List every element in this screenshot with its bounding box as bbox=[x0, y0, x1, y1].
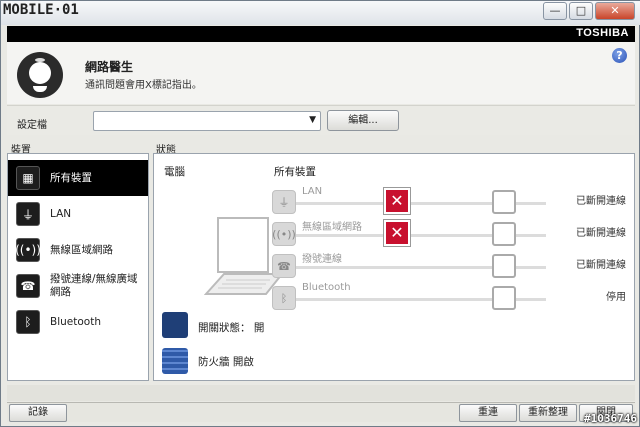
doctor-icon bbox=[17, 52, 63, 98]
chip-icon: ▦ bbox=[16, 166, 40, 190]
log-button[interactable]: 記錄 bbox=[9, 404, 67, 422]
device-item-dialup[interactable]: ☎ 撥號連線/無線廣域網路 bbox=[8, 268, 148, 304]
brand-bar: TOSHIBA bbox=[7, 26, 635, 42]
connection-status: 已斷開連線 bbox=[576, 228, 626, 239]
endpoint-box bbox=[492, 190, 516, 214]
connection-row-lan: ⏚ LAN ✕ 已斷開連線 bbox=[270, 186, 630, 214]
footer-bar: 記錄 重連 重新整理 關閉 bbox=[7, 402, 635, 422]
endpoint-box bbox=[492, 254, 516, 278]
computer-label: 電腦 bbox=[164, 166, 185, 178]
close-window-button[interactable]: ✕ bbox=[595, 2, 635, 20]
chevron-down-icon: ▼ bbox=[309, 115, 316, 125]
lan-plug-icon: ⏚ bbox=[272, 190, 296, 214]
error-x-icon: ✕ bbox=[384, 188, 410, 214]
firewall-status-label: 防火牆 開啟 bbox=[198, 356, 254, 368]
profile-label: 設定檔 bbox=[17, 120, 47, 131]
connection-row-wireless: ((•)) 無線區域網路 ✕ 已斷開連線 bbox=[270, 218, 630, 246]
page-description: 通訊問題會用X標記指出。 bbox=[85, 80, 202, 91]
page-title: 網路醫生 bbox=[85, 60, 134, 74]
switch-status-label: 開關狀態： 開 bbox=[198, 322, 265, 334]
app-window: MOBILE·01 — □ ✕ TOSHIBA 網路醫生 通訊問題會用X標記指出… bbox=[0, 0, 640, 427]
lan-plug-icon: ⏚ bbox=[16, 202, 40, 226]
minimize-button[interactable]: — bbox=[543, 2, 567, 20]
endpoint-box bbox=[492, 222, 516, 246]
device-item-wireless[interactable]: ((•)) 無線區域網路 bbox=[8, 234, 148, 266]
edit-profile-button[interactable]: 編輯... bbox=[327, 110, 399, 131]
device-item-all[interactable]: ▦ 所有裝置 bbox=[8, 160, 148, 196]
switch-icon bbox=[162, 312, 188, 338]
bluetooth-icon: ᛒ bbox=[16, 310, 40, 334]
connection-status: 已斷開連線 bbox=[576, 260, 626, 271]
wireless-icon: ((•)) bbox=[15, 238, 41, 262]
connection-status: 停用 bbox=[606, 292, 626, 303]
title-bar: MOBILE·01 — □ ✕ bbox=[1, 1, 640, 25]
brand-logo: TOSHIBA bbox=[576, 27, 629, 39]
firewall-icon bbox=[162, 348, 188, 374]
dialup-icon: ☎ bbox=[272, 254, 296, 278]
error-x-icon: ✕ bbox=[384, 220, 410, 246]
device-list: ▦ 所有裝置 ⏚ LAN ((•)) 無線區域網路 ☎ 撥號連線/無線廣域網路 … bbox=[7, 153, 149, 381]
connection-row-bluetooth: ᛒ Bluetooth 停用 bbox=[270, 282, 630, 310]
profile-row: 設定檔 ▼ 編輯... bbox=[7, 105, 635, 135]
all-devices-label: 所有裝置 bbox=[274, 166, 316, 178]
device-item-lan[interactable]: ⏚ LAN bbox=[8, 198, 148, 230]
wireless-icon: ((•)) bbox=[272, 222, 296, 246]
device-item-bluetooth[interactable]: ᛒ Bluetooth bbox=[8, 306, 148, 338]
maximize-button[interactable]: □ bbox=[569, 2, 593, 20]
bluetooth-icon: ᛒ bbox=[272, 286, 296, 310]
header: 網路醫生 通訊問題會用X標記指出。 ? bbox=[7, 42, 635, 104]
dialup-icon: ☎ bbox=[16, 274, 40, 298]
profile-select[interactable]: ▼ bbox=[93, 111, 321, 131]
endpoint-box bbox=[492, 286, 516, 310]
help-icon[interactable]: ? bbox=[612, 48, 627, 63]
footer-spacer bbox=[7, 385, 635, 401]
watermark-logo: MOBILE·01 bbox=[3, 2, 79, 18]
status-panel: 電腦 所有裝置 ⏚ LAN ✕ 已斷開連線 ((•)) 無線區域網路 ✕ 已斷開… bbox=[153, 153, 635, 381]
reconnect-button[interactable]: 重連 bbox=[459, 404, 517, 422]
watermark-stamp: #1036746 bbox=[584, 412, 637, 425]
refresh-button[interactable]: 重新整理 bbox=[519, 404, 577, 422]
connection-row-dialup: ☎ 撥號連線 已斷開連線 bbox=[270, 250, 630, 278]
connection-status: 已斷開連線 bbox=[576, 196, 626, 207]
